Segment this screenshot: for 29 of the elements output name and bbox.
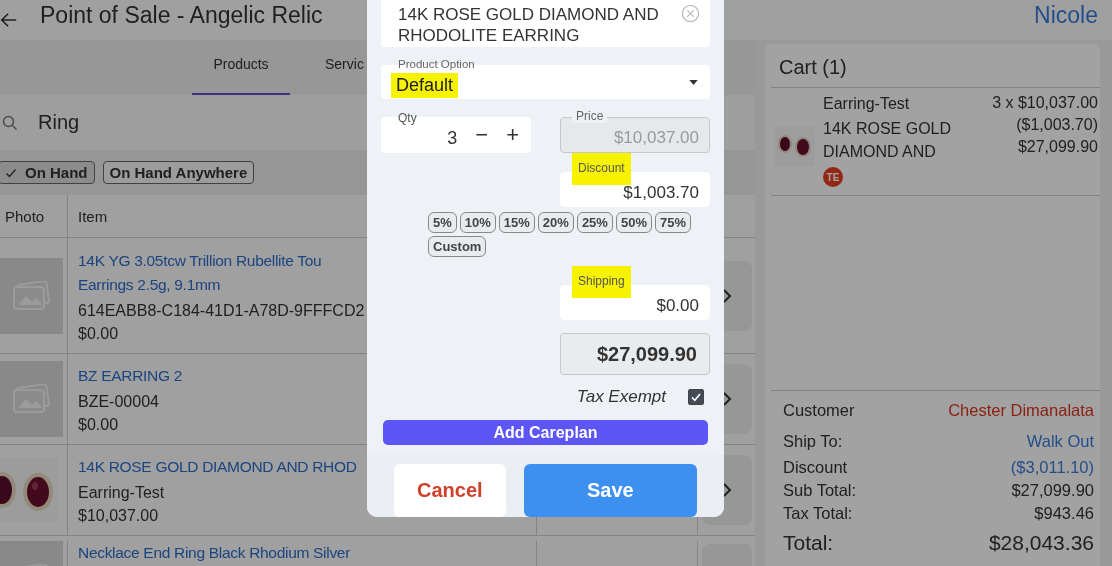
product-sku: Earring-Test xyxy=(78,484,165,502)
summary-label: Ship To: xyxy=(783,431,843,452)
summary-label: Customer xyxy=(783,400,855,421)
summary-label: Sub Total: xyxy=(783,480,857,501)
summary-value: $27,099.90 xyxy=(1011,480,1094,501)
summary-value: $943.46 xyxy=(1034,503,1094,524)
cart-item-discount: ($1,003.70) xyxy=(1016,116,1098,134)
product-price: $0.00 xyxy=(78,324,119,343)
select-value: Default xyxy=(391,72,459,98)
column-header: Photo xyxy=(0,195,68,237)
product-price: $0.00 xyxy=(78,416,119,434)
tax-exempt-label: Tax Exempt xyxy=(576,387,666,407)
field-label: Discount xyxy=(572,153,631,185)
summary-label: Discount xyxy=(783,457,848,478)
product-sku: BZE-00004 xyxy=(78,393,159,411)
product-sku: 614EABB8-C184-41D1-A78D-9FFFCD2 xyxy=(78,301,365,320)
line-total-field: $27,099.90 xyxy=(560,333,710,375)
page-title: Point of Sale - Angelic Relic xyxy=(40,1,323,29)
cart-item-description: 14K ROSE GOLD DIAMOND AND xyxy=(823,119,953,162)
cart-title: Cart (1) xyxy=(771,44,1100,88)
summary-value: $28,043.36 xyxy=(988,531,1094,554)
summary-label: Total: xyxy=(783,531,834,554)
tax-exempt-badge: TE xyxy=(823,167,843,187)
field-label: Shipping xyxy=(572,266,631,298)
product-price: $10,037.00 xyxy=(78,507,159,525)
cart-item-name: Earring-Test xyxy=(823,94,911,114)
summary-label: Tax Total: xyxy=(783,503,853,524)
cart-item-total: $27,099.90 xyxy=(1017,138,1098,156)
cart-item-qty-price: 3 x $10,037.00 xyxy=(992,94,1098,112)
